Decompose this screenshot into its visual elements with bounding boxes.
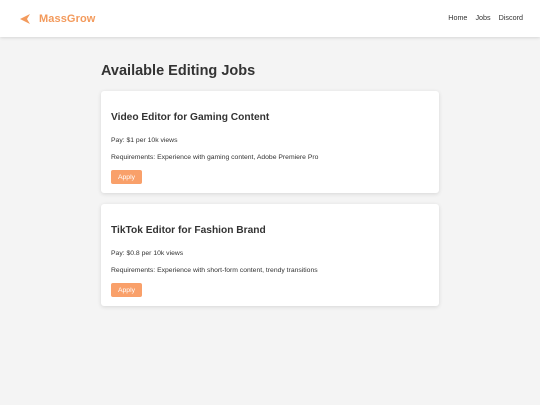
job-card: TikTok Editor for Fashion Brand Pay: $0.…: [101, 204, 439, 306]
nav-link-jobs[interactable]: Jobs: [475, 13, 490, 22]
apply-button[interactable]: Apply: [111, 283, 142, 297]
main-nav: Home Jobs Discord: [448, 13, 523, 22]
job-requirements: Requirements: Experience with short-form…: [111, 267, 318, 274]
nav-link-discord[interactable]: Discord: [499, 13, 523, 22]
apply-button[interactable]: Apply: [111, 170, 142, 184]
job-card: Video Editor for Gaming Content Pay: $1 …: [101, 91, 439, 193]
site-header: MassGrow Home Jobs Discord: [0, 0, 540, 37]
job-requirements: Requirements: Experience with gaming con…: [111, 154, 319, 161]
job-pay: Pay: $1 per 10k views: [111, 137, 178, 144]
nav-link-home[interactable]: Home: [448, 13, 467, 22]
arrow-left-icon: [20, 14, 30, 24]
brand[interactable]: MassGrow: [20, 11, 95, 27]
job-title: Video Editor for Gaming Content: [111, 112, 270, 123]
job-pay: Pay: $0.8 per 10k views: [111, 250, 184, 257]
brand-name: MassGrow: [39, 13, 96, 25]
job-title: TikTok Editor for Fashion Brand: [111, 225, 266, 236]
page-title: Available Editing Jobs: [101, 63, 256, 79]
